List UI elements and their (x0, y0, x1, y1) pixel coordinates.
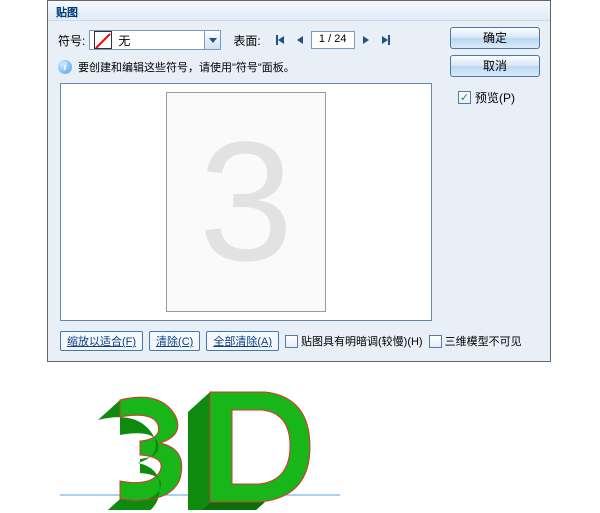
symbol-value: 无 (116, 32, 204, 49)
titlebar: 贴图 (48, 1, 550, 21)
last-face-button[interactable] (377, 32, 395, 48)
next-face-button[interactable] (357, 32, 375, 48)
cancel-button[interactable]: 取消 (450, 55, 540, 77)
dropdown-toggle[interactable] (204, 31, 220, 49)
invisible-label: 三维模型不可见 (445, 333, 522, 349)
preview-checkbox-row: ✓ 预览(P) (458, 89, 540, 106)
symbol-label: 符号: (58, 32, 85, 49)
right-button-column: 确定 取消 ✓ 预览(P) (450, 27, 540, 106)
info-text: 要创建和编辑这些符号，请使用"符号"面板。 (78, 59, 295, 75)
info-icon: i (58, 60, 72, 74)
shading-label: 贴图具有明暗调(较慢)(H) (301, 333, 423, 349)
none-swatch-icon (94, 31, 112, 49)
window-title: 贴图 (56, 7, 78, 19)
first-face-button[interactable] (271, 32, 289, 48)
shading-checkbox[interactable]: . (285, 335, 298, 348)
preview-label: 预览(P) (475, 89, 515, 106)
dialog-content: 符号: 无 表面: 1 / 24 (48, 21, 550, 361)
prev-face-button[interactable] (291, 32, 309, 48)
symbol-dropdown[interactable]: 无 (89, 30, 221, 50)
dialog-window: 贴图 符号: 无 表面: 1 / 24 (47, 0, 551, 362)
face-label: 表面: (233, 32, 260, 49)
ok-button[interactable]: 确定 (450, 27, 540, 49)
preview-canvas: 3 (166, 92, 326, 312)
preview-pane: 3 (60, 83, 432, 321)
clear-all-button[interactable]: 全部清除(A) (206, 331, 279, 351)
invisible-checkbox[interactable]: . (429, 335, 442, 348)
chevron-down-icon (209, 38, 217, 43)
bottom-controls: 缩放以适合(F) 清除(C) 全部清除(A) . 贴图具有明暗调(较慢)(H) … (60, 331, 522, 351)
3d-text-illustration (60, 380, 340, 510)
preview-glyph: 3 (199, 117, 294, 287)
invisible-checkbox-row: . 三维模型不可见 (429, 333, 522, 349)
preview-checkbox[interactable]: ✓ (458, 91, 471, 104)
face-pager: 1 / 24 (271, 31, 395, 49)
clear-button[interactable]: 清除(C) (149, 331, 200, 351)
fit-button[interactable]: 缩放以适合(F) (60, 331, 143, 351)
shading-checkbox-row: . 贴图具有明暗调(较慢)(H) (285, 333, 423, 349)
face-page-field[interactable]: 1 / 24 (311, 31, 355, 49)
